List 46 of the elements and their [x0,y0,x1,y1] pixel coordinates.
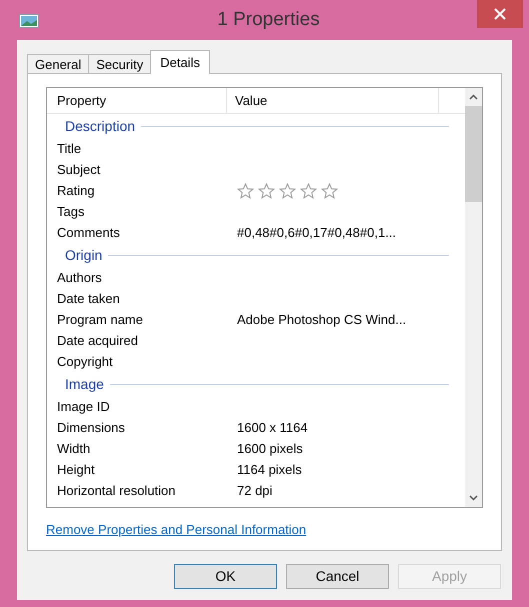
column-header[interactable]: Property [47,88,227,113]
property-name: Program name [56,310,144,329]
window-title: 1 Properties [216,8,320,32]
property-name: Comments [56,224,121,242]
scrollbar[interactable] [465,88,482,507]
property-value: 1600 pixels [236,440,303,458]
close-icon [494,8,506,20]
scrollbar-thumb[interactable] [465,106,482,202]
star-icon[interactable] [237,182,254,198]
column-header[interactable]: Value [227,88,439,113]
property-name: Width [56,440,92,458]
star-icon[interactable] [279,182,296,198]
property-value: Adobe Photoshop CS Wind... [236,310,406,329]
property-name: Subject [56,160,102,179]
property-name: Horizontal resolution [56,482,177,500]
star-icon[interactable] [258,182,275,198]
close-button[interactable] [477,0,523,28]
group-heading: Image [65,374,104,394]
star-icon[interactable] [321,182,338,198]
tab[interactable]: Security [88,54,152,73]
remove-properties-link[interactable]: Remove Properties and Personal Information [46,520,306,540]
property-name: Date taken [56,290,121,308]
scroll-up-icon[interactable] [469,94,478,100]
dialog-button[interactable]: OK [174,564,277,588]
property-value: 1164 pixels [236,460,302,479]
dialog-button[interactable]: Cancel [286,564,389,588]
tab[interactable]: General [27,54,90,73]
star-icon[interactable] [300,182,317,198]
picture-file-icon [19,14,39,28]
property-name: Dimensions [56,418,126,437]
property-name: Date acquired [56,332,139,350]
property-value: 72 dpi [236,482,272,500]
group-heading: Description [65,116,136,136]
property-value: 1600 x 1164 [236,418,308,437]
group-heading: Origin [65,246,102,265]
rating-stars[interactable] [237,182,338,198]
property-name: Height [56,460,96,479]
tab[interactable]: Details [150,50,210,74]
property-name: Rating [56,182,96,200]
property-name: Copyright [56,352,114,371]
property-name: Title [56,140,82,158]
property-name: Tags [56,202,86,221]
scroll-down-icon[interactable] [469,495,478,501]
property-name: Authors [56,268,103,287]
property-value: #0,48#0,6#0,17#0,48#0,1... [236,224,396,242]
property-name: Image ID [56,398,111,416]
